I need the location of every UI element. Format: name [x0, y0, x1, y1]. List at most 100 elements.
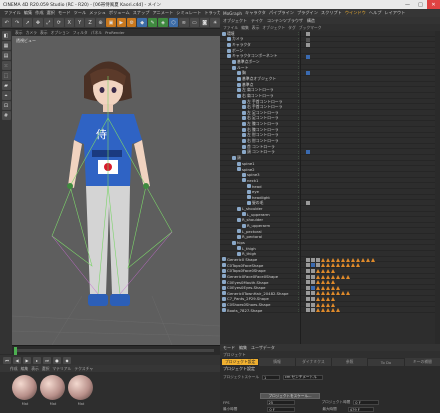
ik-tag-icon[interactable] [306, 54, 310, 59]
texture-tag-icon[interactable] [306, 268, 310, 273]
menu-item[interactable]: メッシュ [89, 10, 106, 16]
om-menu-item[interactable]: ブックマーク [299, 25, 322, 31]
om-menu-item[interactable]: 表示 [252, 25, 260, 31]
material-tag-icon[interactable] [331, 285, 335, 290]
material-tag-icon[interactable] [326, 257, 330, 262]
material-tag-icon[interactable] [331, 257, 335, 262]
object-list-divider[interactable] [300, 31, 301, 344]
material-tag-icon[interactable] [326, 285, 330, 290]
texture-tag-icon[interactable] [311, 297, 315, 302]
om-menu-item[interactable]: オブジェクト [262, 25, 285, 31]
object-row[interactable]: Boots_7827.Shape ⁚ [220, 307, 440, 314]
material-tag-icon[interactable] [321, 263, 325, 268]
material-menu-item[interactable]: 作成 [10, 366, 18, 372]
timeline-playhead[interactable] [14, 347, 17, 355]
texture-tag-icon[interactable] [316, 257, 320, 262]
material-tag-icon[interactable] [336, 263, 340, 268]
material-tag-icon[interactable] [321, 297, 325, 302]
scale-icon[interactable]: ⤢ [43, 18, 54, 27]
layout-label[interactable]: レイアウト [384, 10, 405, 16]
material-tag-icon[interactable] [321, 257, 325, 262]
material-tag-icon[interactable] [316, 302, 320, 307]
material-tag-icon[interactable] [331, 297, 335, 302]
material-tag-icon[interactable] [331, 274, 335, 279]
om-tab[interactable]: オブジェクト [223, 18, 247, 24]
texture-tag-icon[interactable] [311, 274, 315, 279]
material-menu-item[interactable]: 選択 [42, 366, 50, 372]
left-hand-controller[interactable] [67, 183, 73, 189]
material-tag-icon[interactable] [336, 291, 340, 296]
texture-tag-icon[interactable] [306, 274, 310, 279]
texture-tag-icon[interactable] [311, 280, 315, 285]
material-tag-icon[interactable] [336, 274, 340, 279]
material-tag-icon[interactable] [346, 291, 350, 296]
menu-item[interactable]: スナップ [133, 10, 150, 16]
material-tag-icon[interactable] [336, 257, 340, 262]
texture-tag-icon[interactable] [306, 263, 310, 268]
texture-tag-icon[interactable] [306, 257, 310, 262]
snap-icon[interactable]: ⌖ [1, 91, 11, 100]
material-tag-icon[interactable] [361, 257, 365, 262]
axis-y-icon[interactable]: Y [74, 18, 85, 27]
material-tag-icon[interactable] [351, 257, 355, 262]
material-tag-icon[interactable] [321, 268, 325, 273]
menu-item[interactable]: ツール [74, 10, 87, 16]
material-menu-item[interactable]: 編集 [21, 366, 29, 372]
texture-tag-icon[interactable] [306, 302, 310, 307]
om-menu-item[interactable]: 編集 [241, 25, 249, 31]
material-tag-icon[interactable] [321, 291, 325, 296]
material-tag-icon[interactable] [331, 302, 335, 307]
texture-tag-icon[interactable] [311, 302, 315, 307]
camera-tag-icon[interactable] [306, 37, 310, 42]
material-tag-icon[interactable] [341, 291, 345, 296]
material-tag-icon[interactable] [356, 257, 360, 262]
material-tag-icon[interactable] [341, 263, 345, 268]
material-tag-icon[interactable] [316, 274, 320, 279]
attribute-menu-item[interactable]: プロジェクト [223, 352, 246, 358]
camera-icon[interactable]: ◙ [200, 18, 210, 27]
material-tag-icon[interactable] [346, 257, 350, 262]
polygons-mode-icon[interactable]: ▰ [1, 81, 11, 90]
material-tag-icon[interactable] [326, 274, 330, 279]
array-icon[interactable]: ⬡ [168, 18, 179, 27]
fps-field[interactable]: 25 [266, 400, 295, 405]
ik-tag-icon[interactable] [306, 71, 310, 76]
minimize-button[interactable]: — [401, 0, 414, 9]
attribute-subtab[interactable]: To Do [368, 358, 404, 366]
menu-item[interactable]: 編集 [24, 10, 32, 16]
material-tag-icon[interactable] [346, 263, 350, 268]
light-icon[interactable]: ☀ [210, 18, 220, 27]
texture-tag-icon[interactable] [311, 291, 315, 296]
deformer-icon[interactable]: ≋ [179, 18, 189, 27]
project-scale-unit[interactable]: cm センチメートル [282, 375, 323, 380]
material-tag-icon[interactable] [331, 291, 335, 296]
attribute-subtab[interactable]: 参照 [332, 358, 368, 366]
right-hand-controller[interactable] [143, 183, 149, 189]
viewport-menu-item[interactable]: 表示 [15, 30, 23, 36]
attribute-tab[interactable]: 編集 [239, 345, 247, 351]
om-tab[interactable]: テイク [251, 18, 263, 24]
record-icon[interactable]: ● [53, 356, 61, 364]
go-end-icon[interactable]: ⏭ [43, 356, 51, 364]
redo-icon[interactable]: ↷ [12, 18, 22, 27]
material-tag-icon[interactable] [341, 274, 345, 279]
menu-item[interactable]: トラッカー [204, 10, 220, 16]
material-tag-icon[interactable] [336, 308, 340, 313]
om-tab[interactable]: 構造 [307, 18, 315, 24]
material-tag-icon[interactable] [326, 280, 330, 285]
texture-tag-icon[interactable] [311, 257, 315, 262]
material-menu-item[interactable]: マテリアル [52, 366, 71, 372]
material-menu-item[interactable]: 表示 [31, 366, 39, 372]
key-icon[interactable]: ◆ [63, 356, 71, 364]
axis-x-icon[interactable]: X [64, 18, 74, 27]
rotate-icon[interactable]: ⟳ [54, 18, 64, 27]
texture-tag-icon[interactable] [306, 32, 310, 36]
material-tag-icon[interactable] [331, 280, 335, 285]
material-tag-icon[interactable] [331, 263, 335, 268]
scale-project-button[interactable]: プロジェクトをスケール... [260, 393, 320, 399]
texture-tag-icon[interactable] [306, 201, 310, 206]
edges-mode-icon[interactable]: ⬚ [1, 71, 11, 80]
material-preview[interactable] [40, 375, 65, 400]
menu-item[interactable]: スクリプト [321, 10, 342, 16]
attribute-subtab[interactable]: プロジェクト設定 [222, 359, 259, 365]
